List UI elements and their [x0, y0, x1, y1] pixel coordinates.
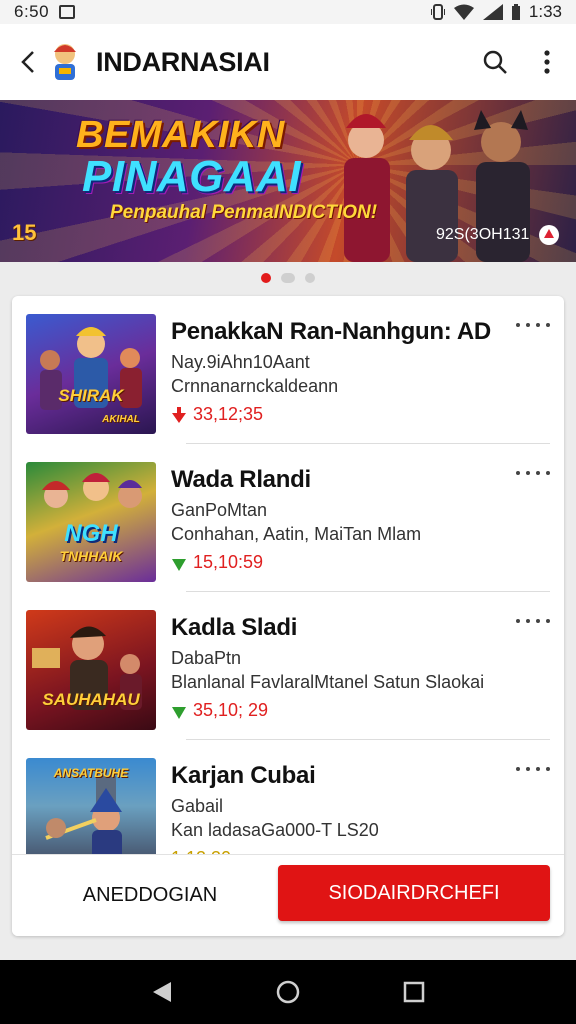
action-bar: ANEDDOGIAN SIODAIRDRCHEFI [12, 854, 564, 936]
item-meta: Nay.9iAhn10Aant [171, 352, 310, 372]
signal-icon [482, 4, 503, 20]
phone-screen: 6:50 1:33 INDARNASIAI BEMAKIKN PINAGAAI … [0, 0, 576, 1024]
item-title: PenakkaN Ran-Nanhgun: AD [171, 318, 491, 345]
thumbnail-subtitle: TNHHAIK [59, 548, 123, 564]
overflow-menu-icon[interactable] [544, 49, 550, 75]
banner-logo-icon [539, 225, 559, 245]
carousel-dot[interactable] [305, 273, 315, 283]
thumbnail-title: SAUHAHAU [42, 690, 140, 709]
item-metric-value: 35,10; 29 [193, 700, 269, 720]
list-item[interactable]: SAUHAHAU Kadla Sladi DabaPtn Blanlanal F… [26, 592, 550, 740]
primary-action-button[interactable]: SIODAIRDRCHEFI [278, 865, 550, 921]
banner-date: 92S(3OH131 [436, 226, 530, 243]
game-thumbnail: NGH TNHHAIK [26, 462, 156, 582]
secondary-action-button[interactable]: ANEDDOGIAN [30, 867, 270, 923]
carousel-dot[interactable] [281, 273, 295, 283]
banner-badge: 15 [12, 220, 37, 245]
app-avatar-icon [54, 44, 76, 80]
nav-recents-icon[interactable] [403, 981, 425, 1003]
nav-back-icon[interactable] [151, 980, 173, 1004]
item-description: Conhahan, Aatin, MaiTan Mlam [171, 524, 422, 544]
item-description: Crnnanarnckaldeann [171, 376, 339, 396]
carousel-dot-active[interactable] [261, 273, 271, 283]
status-bar: 6:50 1:33 [0, 0, 576, 24]
status-clock: 1:33 [528, 2, 562, 21]
item-title: Kadla Sladi [171, 614, 298, 641]
item-meta: GanPoMtan [171, 500, 268, 520]
nav-home-icon[interactable] [275, 979, 301, 1005]
app-title: INDARNASIAI [96, 46, 270, 77]
item-title: Karjan Cubai [171, 762, 316, 789]
item-description: Kan ladasaGa000-T LS20 [171, 820, 379, 840]
thumbnail-title: SHIRAK [58, 386, 124, 405]
more-options-icon[interactable] [516, 762, 550, 776]
thumbnail-subtitle: AKIHAL [102, 414, 140, 425]
wifi-icon [453, 4, 474, 20]
trend-down-icon [172, 406, 186, 423]
item-meta: DabaPtn [171, 648, 242, 668]
banner-title-line2: PINAGAAI [82, 152, 302, 201]
more-options-icon[interactable] [516, 614, 550, 628]
trend-up-icon [172, 558, 186, 571]
item-meta: Gabail [171, 796, 224, 816]
back-arrow-icon[interactable] [18, 48, 38, 76]
game-list-card: SHIRAK AKIHAL PenakkaN Ran-Nanhgun: AD N… [12, 296, 564, 936]
thumbnail-title: NGH [64, 520, 118, 547]
item-metric-value: 33,12;35 [193, 404, 264, 424]
item-metric: 33,12;35 [171, 404, 263, 425]
system-nav-bar [0, 960, 576, 1024]
item-description: Blanlanal FavlaralMtanel Satun Slaokai [171, 672, 485, 692]
thumbnail-title: ANSATBUHE [53, 766, 129, 780]
banner-title-line1: BEMAKIKN [76, 114, 285, 156]
vibrate-icon [430, 4, 445, 20]
game-thumbnail: SHIRAK AKIHAL [26, 314, 156, 434]
battery-icon [511, 4, 520, 20]
item-metric: 35,10; 29 [171, 700, 268, 721]
item-metric-value: 15,10:59 [193, 552, 264, 572]
list-item[interactable]: NGH TNHHAIK Wada Rlandi GanPoMtan Conhah… [26, 444, 550, 592]
search-icon[interactable] [482, 49, 508, 75]
trend-up-icon [172, 706, 186, 719]
notification-icon [59, 5, 76, 19]
more-options-icon[interactable] [516, 318, 550, 332]
more-options-icon[interactable] [516, 466, 550, 480]
item-metric: 15,10:59 [171, 552, 263, 573]
app-bar: INDARNASIAI [0, 24, 576, 100]
list-item[interactable]: SHIRAK AKIHAL PenakkaN Ran-Nanhgun: AD N… [26, 296, 550, 444]
carousel-indicator [0, 273, 576, 283]
game-thumbnail: SAUHAHAU [26, 610, 156, 730]
banner-subtitle: Penpauhal PenmaINDICTION! [110, 202, 378, 223]
promo-banner[interactable]: BEMAKIKN PINAGAAI Penpauhal PenmaINDICTI… [0, 100, 576, 262]
item-title: Wada Rlandi [171, 466, 311, 493]
status-time: 6:50 [14, 2, 50, 21]
